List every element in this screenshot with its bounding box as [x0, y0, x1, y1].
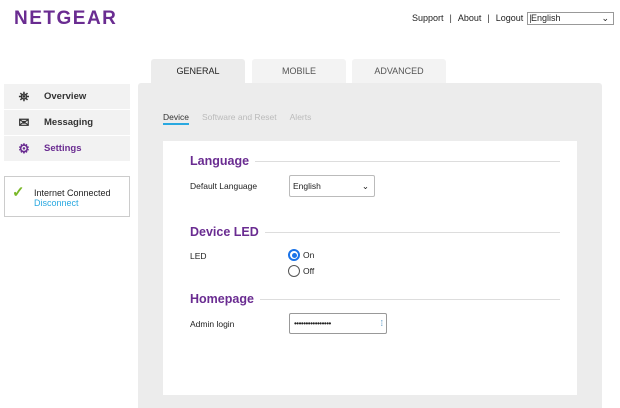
separator: |: [449, 13, 452, 23]
led-off-radio[interactable]: Off: [288, 265, 314, 277]
chevron-down-icon: ⌄: [361, 181, 369, 191]
network-icon: ⛯: [18, 88, 30, 104]
settings-card: Language Default Language English ⌄ Devic…: [163, 141, 577, 395]
divider: [255, 160, 560, 162]
netgear-logo: NETGEAR: [14, 8, 118, 29]
section-device-led: Device LED: [190, 225, 560, 239]
section-homepage: Homepage: [190, 292, 560, 306]
chevron-down-icon: ⌄: [601, 13, 609, 23]
subtabs: Device Software and Reset Alerts: [163, 112, 311, 125]
sidebar-item-label: Messaging: [44, 117, 94, 128]
section-title: Homepage: [190, 292, 254, 306]
tab-general[interactable]: GENERAL: [151, 59, 245, 83]
check-icon: ✓: [12, 184, 25, 201]
sidebar-item-label: Overview: [44, 91, 87, 102]
subtab-software-reset[interactable]: Software and Reset: [202, 112, 277, 125]
divider: [259, 298, 560, 300]
disconnect-link[interactable]: Disconnect: [34, 198, 79, 208]
led-label: LED: [190, 251, 207, 261]
top-links: Support | About | Logout |: [412, 13, 538, 23]
envelope-icon: ✉: [18, 114, 30, 130]
sidebar: ⛯ Overview ✉ Messaging ⚙ Settings: [4, 84, 130, 162]
radio-selected[interactable]: [288, 249, 300, 261]
section-title: Device LED: [190, 225, 259, 239]
password-manager-icon[interactable]: ⁞: [381, 314, 383, 333]
radio-unselected[interactable]: [288, 265, 300, 277]
radio-label: On: [303, 250, 315, 260]
tab-mobile[interactable]: MOBILE: [252, 59, 346, 83]
section-title: Language: [190, 154, 250, 168]
sidebar-item-messaging[interactable]: ✉ Messaging: [4, 110, 130, 136]
admin-login-label: Admin login: [190, 319, 235, 329]
status-text: Internet Connected: [34, 188, 111, 198]
header-language-value: English: [531, 13, 561, 23]
separator: |: [487, 13, 490, 23]
sidebar-item-overview[interactable]: ⛯ Overview: [4, 84, 130, 110]
admin-password-input[interactable]: •••••••••••••••• ⁞: [289, 313, 387, 334]
gears-icon: ⚙: [18, 140, 30, 156]
subtab-device[interactable]: Device: [163, 112, 189, 125]
sidebar-item-label: Settings: [44, 143, 82, 154]
subtab-alerts[interactable]: Alerts: [290, 112, 312, 125]
password-value: ••••••••••••••••: [294, 319, 331, 328]
sidebar-item-settings[interactable]: ⚙ Settings: [4, 136, 130, 162]
default-language-select[interactable]: English ⌄: [289, 175, 375, 197]
about-link[interactable]: About: [458, 13, 482, 23]
radio-label: Off: [303, 266, 315, 276]
connection-status: ✓ Internet Connected Disconnect: [4, 176, 130, 217]
led-on-radio[interactable]: On: [288, 249, 314, 261]
logout-link[interactable]: Logout: [496, 13, 524, 23]
header-language-select[interactable]: English ⌄: [527, 12, 614, 25]
divider: [264, 231, 560, 233]
default-language-label: Default Language: [190, 181, 258, 191]
default-language-value: English: [293, 181, 321, 191]
tab-advanced[interactable]: ADVANCED: [352, 59, 446, 83]
support-link[interactable]: Support: [412, 13, 444, 23]
section-language: Language: [190, 154, 560, 168]
